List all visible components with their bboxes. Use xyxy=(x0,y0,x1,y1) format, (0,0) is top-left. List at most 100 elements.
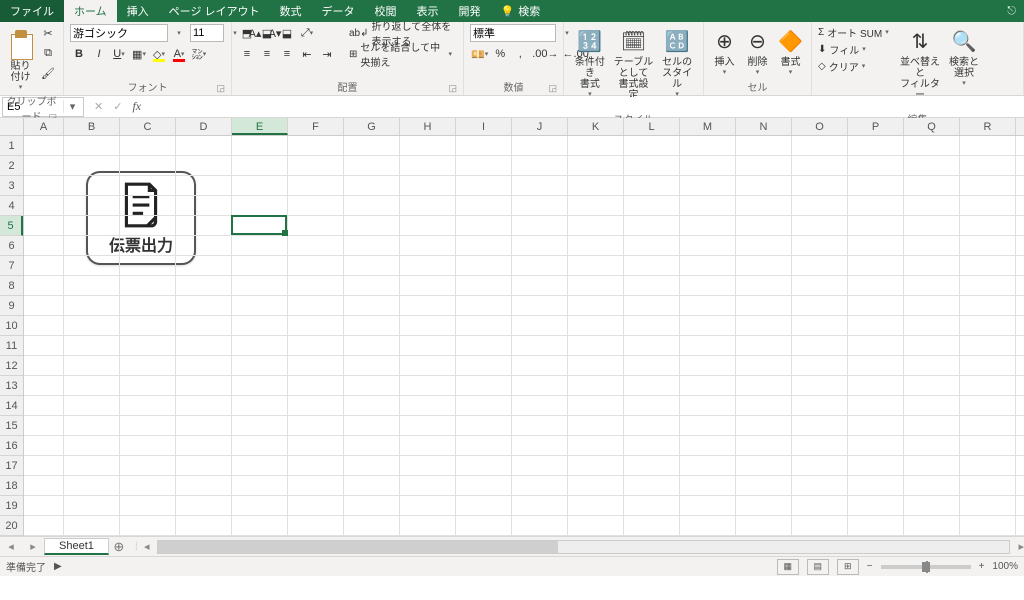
tell-me[interactable]: 💡検索 xyxy=(491,0,551,22)
column-header[interactable]: J xyxy=(512,118,568,135)
cut-button[interactable]: ✂ xyxy=(39,24,57,42)
increase-indent-button[interactable]: ⇥ xyxy=(318,45,336,63)
column-header[interactable]: O xyxy=(792,118,848,135)
row-header[interactable]: 14 xyxy=(0,396,23,416)
row-header[interactable]: 9 xyxy=(0,296,23,316)
column-header[interactable]: K xyxy=(568,118,624,135)
fill-color-button[interactable]: ◇▾ xyxy=(150,45,168,63)
zoom-out-button[interactable]: − xyxy=(867,561,873,572)
column-header[interactable]: N xyxy=(736,118,792,135)
number-format-select[interactable] xyxy=(470,24,556,42)
enter-formula-button[interactable]: ✓ xyxy=(113,100,122,113)
fill-button[interactable]: ⬇フィル▾ xyxy=(818,41,896,57)
select-all-corner[interactable] xyxy=(0,118,24,136)
row-header[interactable]: 15 xyxy=(0,416,23,436)
hscroll-left[interactable]: ◂ xyxy=(144,540,150,553)
row-header[interactable]: 1 xyxy=(0,136,23,156)
sheet-nav-next[interactable]: ▸ xyxy=(30,540,36,553)
insert-cells-button[interactable]: ⊕挿入▾ xyxy=(710,24,739,77)
increase-decimal-button[interactable]: .00→ xyxy=(531,45,559,63)
row-header[interactable]: 17 xyxy=(0,456,23,476)
column-header[interactable]: D xyxy=(176,118,232,135)
underline-button[interactable]: U▾ xyxy=(110,45,128,63)
format-cells-button[interactable]: 🔶書式▾ xyxy=(776,24,805,77)
font-color-button[interactable]: A▾ xyxy=(170,45,188,63)
row-header[interactable]: 11 xyxy=(0,336,23,356)
column-header[interactable]: M xyxy=(680,118,736,135)
name-box-dropdown[interactable]: ▾ xyxy=(63,100,81,113)
row-header[interactable]: 10 xyxy=(0,316,23,336)
new-sheet-button[interactable]: ⊕ xyxy=(109,539,129,555)
align-middle-button[interactable]: ⬓ xyxy=(258,24,276,42)
view-normal-button[interactable]: ▦ xyxy=(777,559,799,575)
tab-page-layout[interactable]: ページ レイアウト xyxy=(159,0,270,22)
tab-data[interactable]: データ xyxy=(312,0,365,22)
sheet-nav-prev[interactable]: ◂ xyxy=(8,540,14,553)
view-page-layout-button[interactable]: ▤ xyxy=(807,559,829,575)
italic-button[interactable]: I xyxy=(90,45,108,63)
hscroll-right[interactable]: ▸ xyxy=(1018,540,1024,553)
font-name-select[interactable] xyxy=(70,24,168,42)
cancel-formula-button[interactable]: ✕ xyxy=(94,100,103,113)
format-painter-button[interactable]: 🖌 xyxy=(39,64,57,82)
row-header[interactable]: 5 xyxy=(0,216,23,236)
row-header[interactable]: 19 xyxy=(0,496,23,516)
percent-button[interactable]: % xyxy=(491,45,509,63)
copy-button[interactable]: ⧉ xyxy=(39,44,57,62)
worksheet-grid[interactable]: ABCDEFGHIJKLMNOPQR 123456789101112131415… xyxy=(0,118,1024,536)
accounting-format-button[interactable]: 💴▾ xyxy=(470,45,489,63)
tab-developer[interactable]: 開発 xyxy=(449,0,491,22)
view-page-break-button[interactable]: ⊞ xyxy=(837,559,859,575)
zoom-in-button[interactable]: + xyxy=(979,561,985,572)
macro-record-icon[interactable]: ▶ xyxy=(54,561,62,572)
row-header[interactable]: 2 xyxy=(0,156,23,176)
share-icon[interactable]: ⎋ xyxy=(1007,5,1024,18)
find-select-button[interactable]: 🔍検索と 選択▾ xyxy=(944,24,984,88)
column-header[interactable]: R xyxy=(960,118,1016,135)
row-header[interactable]: 4 xyxy=(0,196,23,216)
column-header[interactable]: C xyxy=(120,118,176,135)
column-header[interactable]: H xyxy=(400,118,456,135)
column-header[interactable]: F xyxy=(288,118,344,135)
tab-insert[interactable]: 挿入 xyxy=(117,0,159,22)
zoom-slider[interactable] xyxy=(881,565,971,569)
alignment-dialog-launcher[interactable]: ◲ xyxy=(448,83,457,94)
zoom-level[interactable]: 100% xyxy=(992,561,1018,572)
column-header[interactable]: Q xyxy=(904,118,960,135)
column-header[interactable]: A xyxy=(24,118,64,135)
row-header[interactable]: 6 xyxy=(0,236,23,256)
font-dialog-launcher[interactable]: ◲ xyxy=(216,83,225,94)
autosum-button[interactable]: Σオート SUM▾ xyxy=(818,24,896,40)
sheet-tab-active[interactable]: Sheet1 xyxy=(44,538,109,555)
row-header[interactable]: 8 xyxy=(0,276,23,296)
column-header[interactable]: E xyxy=(232,118,288,135)
row-header[interactable]: 13 xyxy=(0,376,23,396)
clear-button[interactable]: ◇クリア▾ xyxy=(818,58,896,74)
conditional-format-button[interactable]: 🔢条件付き 書式▾ xyxy=(570,24,610,99)
horizontal-scrollbar[interactable] xyxy=(157,540,1010,554)
row-header[interactable]: 20 xyxy=(0,516,23,536)
phonetic-button[interactable]: ㍇▾ xyxy=(190,45,208,63)
align-center-button[interactable]: ≡ xyxy=(258,45,276,63)
paste-button[interactable]: 貼り付け ▾ xyxy=(6,24,35,92)
row-header[interactable]: 16 xyxy=(0,436,23,456)
cell-styles-button[interactable]: 🔠セルの スタイル▾ xyxy=(657,24,697,99)
bold-button[interactable]: B xyxy=(70,45,88,63)
column-header[interactable]: I xyxy=(456,118,512,135)
row-header[interactable]: 12 xyxy=(0,356,23,376)
row-header[interactable]: 18 xyxy=(0,476,23,496)
row-header[interactable]: 7 xyxy=(0,256,23,276)
tab-file[interactable]: ファイル xyxy=(0,0,64,22)
tab-home[interactable]: ホーム xyxy=(64,0,117,22)
decrease-indent-button[interactable]: ⇤ xyxy=(298,45,316,63)
column-header[interactable]: L xyxy=(624,118,680,135)
number-dialog-launcher[interactable]: ◲ xyxy=(548,83,557,94)
delete-cells-button[interactable]: ⊖削除▾ xyxy=(743,24,772,77)
column-header[interactable]: P xyxy=(848,118,904,135)
merge-center-button[interactable]: ⊞セルを結合して中央揃え▾ xyxy=(344,45,457,63)
macro-button-denpyo[interactable]: 伝票出力 xyxy=(86,171,196,265)
align-right-button[interactable]: ≡ xyxy=(278,45,296,63)
active-cell[interactable] xyxy=(231,215,287,235)
column-header[interactable]: G xyxy=(344,118,400,135)
tab-formulas[interactable]: 数式 xyxy=(270,0,312,22)
